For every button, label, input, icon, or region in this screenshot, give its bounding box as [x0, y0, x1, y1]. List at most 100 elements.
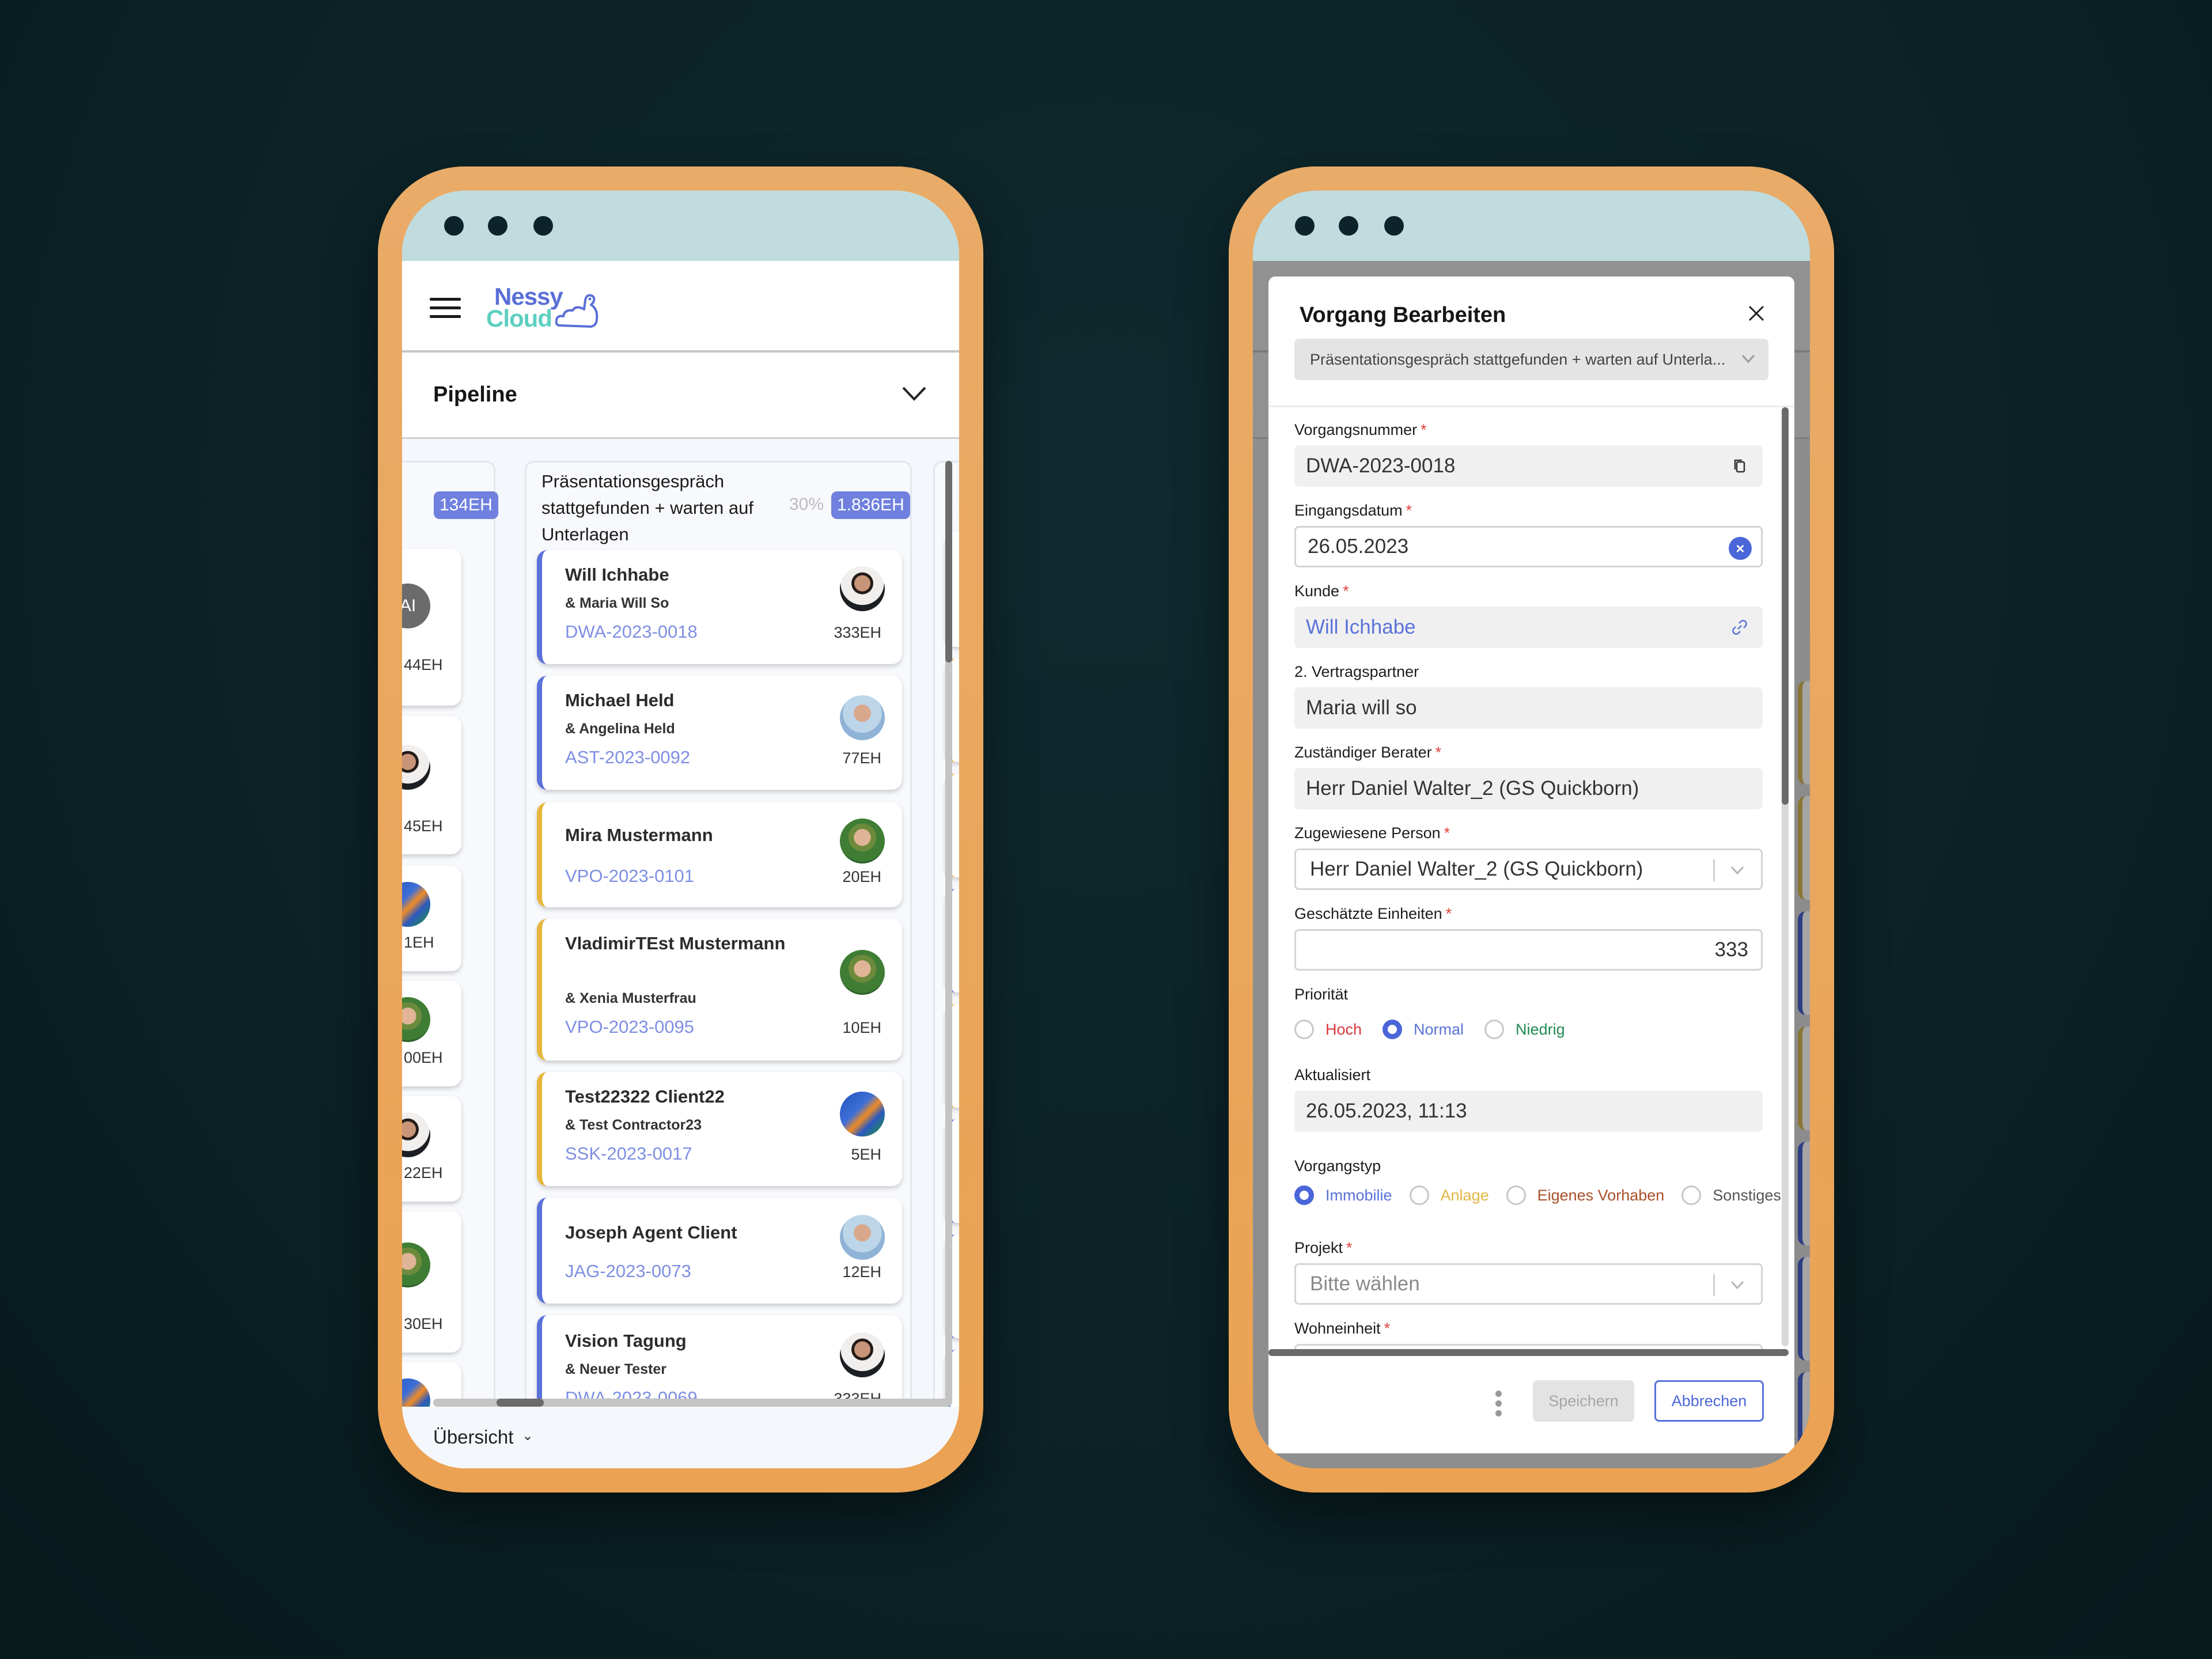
einheiten-input[interactable]: 333 — [1294, 929, 1763, 971]
scrollbar-thumb[interactable] — [497, 1399, 544, 1407]
zugewiesene-person-select[interactable]: Herr Daniel Walter_2 (GS Quickborn) — [1294, 849, 1763, 890]
scrollbar-thumb[interactable] — [1782, 407, 1789, 805]
vertical-scrollbar[interactable] — [945, 461, 952, 1406]
kunde-field[interactable]: Will Ichhabe — [1294, 607, 1763, 648]
field-label: 2. Vertragspartner — [1294, 663, 1419, 680]
chevron-down-icon[interactable] — [902, 385, 927, 402]
radio-circle[interactable] — [1484, 1020, 1505, 1039]
card-deal-id[interactable]: JAG-2023-0073 — [565, 1261, 691, 1282]
stage-select-value: Präsentationsgespräch stattgefunden + wa… — [1310, 351, 1726, 368]
deal-card[interactable]: 22EH — [402, 1096, 461, 1202]
vorgangstyp-immobilie-radio[interactable]: Immobilie — [1294, 1185, 1392, 1205]
chevron-down-icon[interactable] — [1730, 1280, 1745, 1290]
berater-field: Herr Daniel Walter_2 (GS Quickborn) — [1294, 768, 1763, 809]
field-label: Priorität — [1294, 986, 1349, 1003]
radio-circle[interactable] — [1294, 1020, 1314, 1039]
card-partner-name: & Xenia Musterfrau — [565, 990, 696, 1006]
close-icon[interactable] — [1745, 302, 1768, 325]
save-button[interactable]: Speichern — [1533, 1380, 1634, 1422]
window-dot-icon — [533, 216, 553, 236]
deal-card[interactable]: Michael Held & Angelina Held AST-2023-00… — [537, 676, 902, 790]
kanban-board: 134EH AI 44EH 45EH 1EH 00EH 22EH 30EH Pr… — [402, 439, 959, 1407]
deal-card[interactable]: Joseph Agent Client JAG-2023-0073 12EH — [537, 1198, 902, 1304]
vorgangstyp-sonstiges-radio[interactable]: Sonstiges — [1681, 1185, 1781, 1205]
scrollbar-thumb[interactable] — [945, 461, 952, 662]
window-dot-icon — [444, 216, 464, 236]
edit-form: Vorgangsnummer * DWA-2023-0018 Eingangsda… — [1268, 407, 1794, 1351]
avatar — [402, 997, 430, 1042]
card-units: 10EH — [842, 1019, 881, 1036]
eingangsdatum-input[interactable]: 26.05.2023 × — [1294, 526, 1763, 567]
radio-label: Niedrig — [1516, 1020, 1565, 1038]
field-label: Kunde * — [1294, 582, 1349, 600]
card-units: 45EH — [404, 817, 443, 835]
card-deal-id[interactable]: SSK-2023-0017 — [565, 1143, 692, 1164]
field-label: Projekt * — [1294, 1239, 1353, 1256]
deal-card[interactable]: 45EH — [402, 716, 461, 854]
eingangsdatum-value: 26.05.2023 — [1308, 535, 1409, 558]
card-units: 00EH — [404, 1049, 443, 1066]
nessy-cloud-logo[interactable]: Nessy Cloud — [486, 283, 601, 335]
card-client-name: Joseph Agent Client — [565, 1222, 737, 1243]
pipeline-selector[interactable]: Pipeline — [402, 353, 959, 439]
deal-card[interactable]: 30EH — [402, 1211, 461, 1353]
vorgangstyp-anlage-radio[interactable]: Anlage — [1409, 1185, 1489, 1205]
hamburger-icon[interactable] — [430, 298, 461, 319]
edit-screen: Vorgang Bearbeiten Präsentationsgespräch… — [1253, 191, 1810, 1468]
modal-footer: Speichern Abbrechen — [1268, 1356, 1794, 1453]
dimmed-board — [1794, 439, 1810, 1468]
priority-normal-radio[interactable]: Normal — [1382, 1020, 1464, 1039]
link-icon[interactable] — [1730, 618, 1749, 637]
card-deal-id[interactable]: VPO-2023-0095 — [565, 1017, 694, 1037]
avatar — [402, 1243, 430, 1287]
card-partner-name: & Maria Will So — [565, 595, 669, 611]
window-dot-icon — [1339, 216, 1358, 236]
deal-card[interactable]: AI 44EH — [402, 549, 461, 706]
card-client-name: Mira Mustermann — [565, 825, 713, 845]
window-dot-icon — [488, 216, 507, 236]
horizontal-scrollbar[interactable] — [433, 1399, 951, 1407]
kunde-link[interactable]: Will Ichhabe — [1306, 616, 1416, 638]
vorgangstyp-eigenes-vorhaben-radio[interactable]: Eigenes Vorhaben — [1506, 1185, 1664, 1205]
deal-card[interactable]: Vision Tagung & Neuer Tester DWA-2023-00… — [537, 1315, 902, 1407]
deal-card[interactable]: 00EH — [402, 981, 461, 1086]
chevron-down-icon[interactable]: ⌄ — [522, 1427, 533, 1444]
avatar — [840, 950, 885, 995]
pipeline-column: Präsentationsgespräch stattgefunden + wa… — [525, 461, 912, 1407]
stage-select[interactable]: Präsentationsgespräch stattgefunden + wa… — [1294, 339, 1768, 380]
view-selector[interactable]: Übersicht — [433, 1426, 513, 1448]
kebab-menu-icon[interactable] — [1495, 1391, 1502, 1416]
horizontal-scrollbar[interactable] — [1268, 1349, 1789, 1356]
card-deal-id[interactable]: VPO-2023-0101 — [565, 866, 694, 887]
chevron-down-icon[interactable] — [1730, 865, 1745, 876]
deal-card[interactable]: 1EH — [402, 866, 461, 971]
pipeline-screen: Nessy Cloud Pipeline 134EH AI 44EH 45EH … — [402, 191, 959, 1468]
card-deal-id[interactable]: AST-2023-0092 — [565, 747, 690, 768]
field-label: Zugewiesene Person * — [1294, 824, 1450, 842]
vertical-scrollbar[interactable] — [1782, 407, 1789, 1346]
deal-card[interactable]: Test22322 Client22 & Test Contractor23 S… — [537, 1072, 902, 1186]
cancel-button[interactable]: Abbrechen — [1654, 1380, 1764, 1422]
card-units: 44EH — [404, 656, 443, 673]
radio-circle[interactable] — [1409, 1185, 1429, 1205]
deal-card[interactable]: Will Ichhabe & Maria Will So DWA-2023-00… — [537, 550, 902, 664]
card-units: 12EH — [842, 1263, 881, 1281]
deal-card[interactable]: Mira Mustermann VPO-2023-0101 20EH — [537, 802, 902, 907]
avatar: AI — [402, 584, 430, 628]
card-partner-name: & Neuer Tester — [565, 1361, 666, 1377]
deal-card[interactable]: VladimirTEst Mustermann & Xenia Musterfr… — [537, 919, 902, 1060]
copy-icon[interactable] — [1730, 457, 1749, 475]
projekt-select[interactable]: Bitte wählen — [1294, 1263, 1763, 1305]
radio-circle[interactable] — [1506, 1185, 1526, 1205]
avatar — [402, 745, 430, 790]
browser-chrome — [1253, 191, 1810, 261]
field-label: Aktualisiert — [1294, 1066, 1371, 1084]
radio-circle[interactable] — [1382, 1020, 1403, 1039]
column-units-badge: 1.836EH — [831, 491, 910, 519]
card-deal-id[interactable]: DWA-2023-0018 — [565, 622, 698, 642]
priority-niedrig-radio[interactable]: Niedrig — [1484, 1020, 1565, 1039]
priority-hoch-radio[interactable]: Hoch — [1294, 1020, 1362, 1039]
radio-circle[interactable] — [1294, 1185, 1314, 1205]
radio-circle[interactable] — [1681, 1185, 1702, 1205]
clear-icon[interactable]: × — [1729, 537, 1752, 560]
